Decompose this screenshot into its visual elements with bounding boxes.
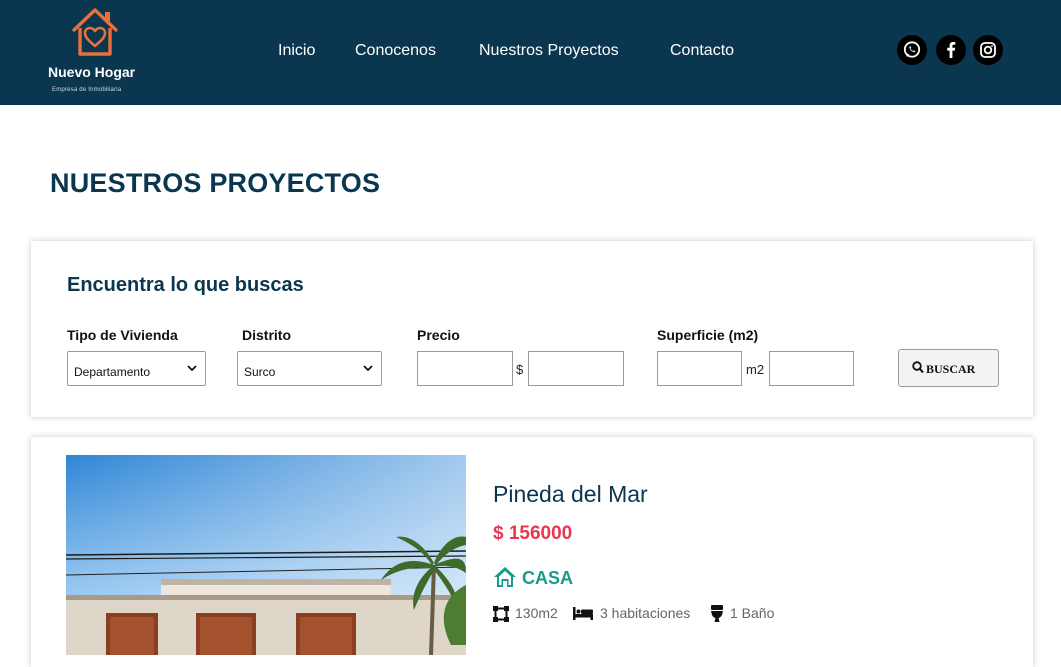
area-icon	[493, 606, 509, 622]
whatsapp-link[interactable]	[897, 35, 927, 65]
nav-item-nuestros-proyectos[interactable]: Nuestros Proyectos	[479, 42, 619, 60]
house-photo-image	[66, 455, 466, 655]
buscar-button[interactable]: BUSCAR	[898, 349, 999, 387]
nav-item-conocenos[interactable]: Conocenos	[355, 42, 436, 60]
chevron-down-icon	[187, 365, 197, 372]
project-area-value: 130m2	[515, 605, 558, 621]
toilet-icon	[711, 605, 723, 622]
superficie-max-input[interactable]	[769, 351, 854, 386]
nav-item-contacto[interactable]: Contacto	[670, 42, 734, 60]
precio-min-input[interactable]	[417, 351, 513, 386]
nav-item-inicio[interactable]: Inicio	[278, 42, 315, 60]
distrito-select[interactable]: Surco	[237, 351, 382, 386]
project-price: $ 156000	[493, 523, 573, 544]
brand-logo[interactable]: Nuevo Hogar Empresa de Inmobiliaria	[48, 6, 148, 98]
project-photo[interactable]	[66, 455, 466, 655]
instagram-link[interactable]	[973, 35, 1003, 65]
search-title: Encuentra lo que buscas	[67, 274, 304, 296]
facebook-link[interactable]	[936, 35, 966, 65]
whatsapp-icon	[903, 41, 921, 58]
distrito-value: Surco	[244, 365, 276, 379]
tipo-vivienda-label: Tipo de Vivienda	[67, 327, 178, 343]
superficie-unit: m2	[746, 362, 765, 377]
facebook-icon	[947, 42, 956, 58]
distrito-label: Distrito	[242, 327, 291, 343]
project-name[interactable]: Pineda del Mar	[493, 481, 648, 508]
site-header: Nuevo Hogar Empresa de Inmobiliaria Inic…	[0, 0, 1061, 105]
instagram-icon	[980, 42, 996, 58]
search-icon	[912, 361, 924, 374]
home-icon	[494, 567, 516, 587]
precio-unit: $	[516, 362, 524, 377]
precio-max-input[interactable]	[528, 351, 624, 386]
precio-label: Precio	[417, 327, 460, 343]
bed-icon	[573, 607, 593, 620]
project-card[interactable]: Pineda del Mar $ 156000 CASA 130m2 3 hab…	[31, 437, 1033, 667]
page-title: NUESTROS PROYECTOS	[50, 168, 381, 198]
project-type-label: CASA	[522, 568, 574, 588]
house-heart-logo-icon	[72, 8, 118, 56]
superficie-min-input[interactable]	[657, 351, 742, 386]
superficie-label: Superficie (m2)	[657, 327, 759, 343]
brand-name: Nuevo Hogar	[48, 64, 136, 80]
tipo-vivienda-select[interactable]: Departamento	[67, 351, 206, 386]
chevron-down-icon	[363, 365, 373, 372]
tipo-vivienda-value: Departamento	[74, 365, 151, 379]
buscar-button-label: BUSCAR	[926, 362, 976, 376]
project-rooms-value: 3 habitaciones	[600, 605, 691, 621]
search-panel: Encuentra lo que buscas Tipo de Vivienda…	[31, 241, 1033, 417]
project-baths-value: 1 Baño	[730, 605, 775, 621]
brand-tagline: Empresa de Inmobiliaria	[52, 87, 122, 93]
